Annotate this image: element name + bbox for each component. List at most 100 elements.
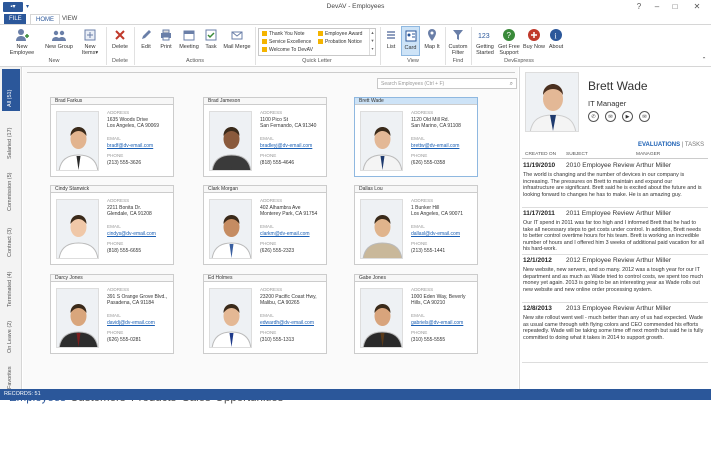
close-icon[interactable]: ✕ <box>688 1 706 12</box>
search-icon[interactable]: ⌕ <box>510 81 513 88</box>
mail-merge-button[interactable]: Mail Merge <box>222 28 252 50</box>
print-button[interactable]: Print <box>157 28 175 50</box>
employee-card[interactable]: Ed Holmes ADDRESS 23200 Pacific Coast Hwy,… <box>203 274 327 354</box>
get-free-support-button[interactable]: ? Get Free Support <box>498 28 520 56</box>
detail-title: IT Manager <box>588 99 627 108</box>
getting-started-button[interactable]: 123 Getting Started <box>473 28 497 56</box>
quick-letter-item[interactable]: Employee Award <box>318 31 362 37</box>
evaluation-manager: Arthur Miller <box>636 305 672 312</box>
help-icon[interactable]: ? <box>630 1 648 12</box>
phone-icon[interactable]: ✆ <box>588 111 599 122</box>
evaluation-date: 11/17/2011 <box>523 210 555 217</box>
email-link[interactable]: gabriels@dv-email.com <box>411 320 477 326</box>
quick-letter-item[interactable]: Thank You Note <box>262 31 305 37</box>
getting-started-icon: 123 <box>478 33 490 40</box>
maximize-icon[interactable]: □ <box>666 1 684 12</box>
email-label: EMAIL <box>107 136 121 141</box>
employee-card[interactable]: Dallas Lou ADDRESS 1 Bunker Hill Los Angele… <box>354 185 478 265</box>
person-photo-icon <box>57 200 98 258</box>
edit-button[interactable]: Edit <box>137 28 155 50</box>
evaluation-date: 11/19/2010 <box>523 162 556 169</box>
employee-card[interactable]: Clark Morgan ADDRESS 402 Alhambra Ave Monte… <box>203 185 327 265</box>
quick-letter-item[interactable]: Service Excellence <box>262 39 311 45</box>
employee-card[interactable]: Brad Farkus ADDRESS 1635 Woods Drive Los An… <box>50 97 174 177</box>
video-call-icon[interactable]: ▶ <box>622 111 633 122</box>
email-link[interactable]: davidj@dv-email.com <box>107 320 173 326</box>
column-manager[interactable]: MANAGER <box>636 152 660 157</box>
list-icon <box>387 31 395 39</box>
map-it-button[interactable]: Map It <box>422 28 442 50</box>
email-link[interactable]: cindys@dv-email.com <box>107 231 173 237</box>
filter-salaried[interactable]: Salaried (17) <box>7 128 13 160</box>
evaluation-item[interactable]: 11/19/2010 2010 Employee Review Arthur Mil… <box>522 160 708 208</box>
buy-now-label: Buy Now <box>522 44 545 50</box>
employee-card[interactable]: Gabe Jones ADDRESS 1000 Eden Way, Beverly … <box>354 274 478 354</box>
quick-letter-item[interactable]: Welcome To DevAV <box>262 47 313 53</box>
quick-letter-gallery[interactable]: Thank You Note Employee Award Service Ex… <box>258 28 376 56</box>
tab-file[interactable]: FILE <box>4 14 26 24</box>
email-icon[interactable]: ✉ <box>639 111 650 122</box>
evaluation-item[interactable]: 11/17/2011 2011 Employee Review Arthur Mil… <box>522 208 708 255</box>
new-employee-button[interactable]: New Employee <box>4 28 40 56</box>
group-delete-label: Delete <box>112 58 128 64</box>
email-link[interactable]: clarkm@dv-email.com <box>260 231 326 237</box>
employee-card[interactable]: Brett Wade ADDRESS 1120 Old Mill Rd. San Ma… <box>354 97 478 177</box>
tab-view[interactable]: VIEW <box>57 14 82 24</box>
person-add-icon <box>16 29 29 41</box>
email-link[interactable]: brettw@dv-email.com <box>411 143 477 149</box>
evaluation-item[interactable]: 12/8/2013 2013 Employee Review Arthur Mill… <box>522 303 708 363</box>
buy-now-button[interactable]: Buy Now <box>522 28 546 50</box>
buy-now-icon <box>528 29 540 41</box>
column-created-on[interactable]: CREATED ON <box>525 152 556 157</box>
employee-card[interactable]: Darcy Jones ADDRESS 391 S Orange Grove Blv… <box>50 274 174 354</box>
card-name: Gabe Jones <box>355 275 477 282</box>
quick-letter-item[interactable]: Probation Notice <box>318 39 362 45</box>
custom-filter-button[interactable]: Custom Filter <box>447 28 469 56</box>
filter-terminated[interactable]: Terminated (4) <box>7 272 13 307</box>
tab-home[interactable]: HOME <box>30 14 60 24</box>
new-items-button[interactable]: New Items▾ <box>76 28 104 56</box>
new-group-button[interactable]: New Group <box>44 28 74 50</box>
ribbon-separator <box>255 27 256 65</box>
letter-icon <box>262 31 267 37</box>
gallery-scroll[interactable]: ▲ ▼ ▾ <box>369 29 375 55</box>
email-label: EMAIL <box>260 136 274 141</box>
filter-favorites[interactable]: Favorites <box>7 366 13 389</box>
email-link[interactable]: edwardh@dv-email.com <box>260 320 326 326</box>
email-link[interactable]: bradf@dv-email.com <box>107 143 173 149</box>
filter-contract[interactable]: Contract (3) <box>7 228 13 257</box>
delete-button[interactable]: Delete <box>108 28 132 50</box>
employee-card[interactable]: Brad Jameson ADDRESS 1100 Pico St San Ferna… <box>203 97 327 177</box>
about-button[interactable]: i About <box>547 28 565 50</box>
search-input[interactable]: Search Employees (Ctrl + F) ⌕ <box>377 78 517 89</box>
filter-nav: All (51) Salaried (17) Commission (5) Co… <box>0 67 22 397</box>
print-icon <box>161 29 171 41</box>
filter-all[interactable]: All (51) <box>7 90 13 107</box>
column-subject[interactable]: SUBJECT <box>566 152 588 157</box>
card-view-button[interactable]: Card <box>401 26 420 56</box>
task-button[interactable]: Task <box>203 28 219 50</box>
message-icon[interactable]: ✉ <box>605 111 616 122</box>
address-label: ADDRESS <box>107 287 130 292</box>
employee-photo <box>360 111 403 171</box>
quick-letter-label: Employee Award <box>325 31 363 37</box>
filter-commission[interactable]: Commission (5) <box>7 172 13 211</box>
employee-card[interactable]: Cindy Stanwick ADDRESS 2211 Bonita Dr. Glen… <box>50 185 174 265</box>
evaluation-manager: Arthur Miller <box>636 257 672 264</box>
minimize-icon[interactable]: – <box>648 1 666 12</box>
collapse-ribbon-icon[interactable]: ⌃ <box>700 57 708 63</box>
tab-tasks[interactable]: TASKS <box>685 142 704 148</box>
meeting-button[interactable]: Meeting <box>178 28 200 50</box>
evaluation-item[interactable]: 12/1/2012 2012 Employee Review Arthur Mill… <box>522 255 708 303</box>
email-link[interactable]: dallasl@dv-email.com <box>411 231 477 237</box>
address-line2: Los Angeles, CA 90069 <box>107 123 159 129</box>
tab-evaluations[interactable]: EVALUATIONS <box>638 142 680 148</box>
delete-label: Delete <box>112 44 128 50</box>
title-bar: ▪▾ ▾ DevAV - Employees ? – □ ✕ <box>0 0 711 14</box>
email-link[interactable]: bradleyj@dv-email.com <box>260 143 326 149</box>
employee-photo <box>209 199 252 259</box>
phone-value: (310) 555-5555 <box>411 337 446 343</box>
filter-on-leave[interactable]: On Leave (2) <box>7 321 13 353</box>
list-view-button[interactable]: List <box>383 28 399 50</box>
phone-value: (818) 555-4646 <box>260 160 295 166</box>
